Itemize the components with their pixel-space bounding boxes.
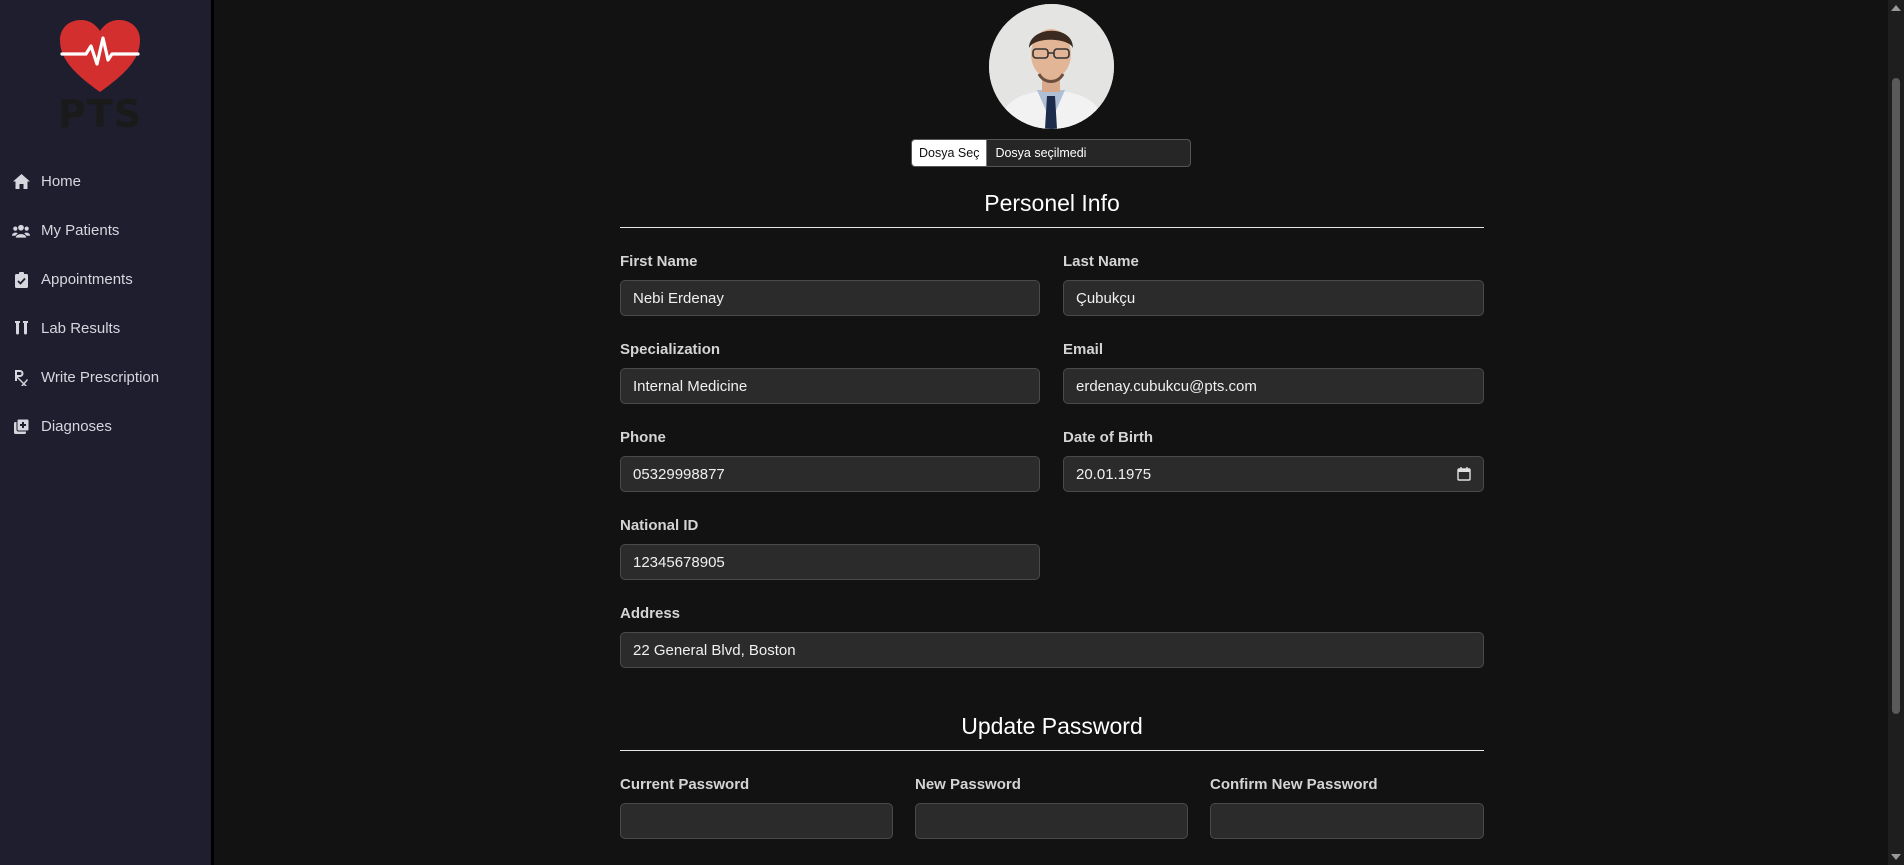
address-field[interactable] [620,632,1484,668]
personal-info-divider [620,227,1484,228]
new-password-input[interactable] [928,812,1175,830]
sidebar-nav: Home My Patients Appointments Lab Result… [0,157,211,451]
update-password-divider [620,750,1484,751]
dob-field[interactable] [1063,456,1484,492]
home-icon [12,174,30,190]
users-icon [12,223,30,239]
current-password-field[interactable] [620,803,893,839]
calendar-icon[interactable] [1457,467,1471,481]
sidebar-item-label: Home [41,173,82,190]
sidebar-item-label: Diagnoses [41,418,112,435]
last-name-input[interactable] [1076,289,1471,307]
page-scrollbar[interactable] [1888,0,1904,865]
specialization-input[interactable] [633,377,1027,395]
prescription-icon [12,369,30,386]
sidebar-item-label: Lab Results [41,320,121,337]
scroll-down-icon[interactable] [1891,854,1901,860]
phone-label: Phone [620,429,666,446]
sidebar-item-write-prescription[interactable]: Write Prescription [0,353,211,402]
sidebar: PTS Home My Patients Appointments Lab Re… [0,0,214,865]
personal-info-title: Personel Info [984,190,1120,216]
dob-label: Date of Birth [1063,429,1153,446]
current-password-label: Current Password [620,776,750,793]
email-label: Email [1063,341,1104,358]
heart-pulse-icon [60,20,140,92]
address-input[interactable] [633,641,1471,659]
app-logo[interactable]: PTS [58,20,142,136]
logo-text: PTS [58,92,143,136]
sidebar-item-home[interactable]: Home [0,157,211,206]
phone-field[interactable] [620,456,1040,492]
doctor-avatar-icon [989,4,1114,129]
sidebar-item-appointments[interactable]: Appointments [0,255,211,304]
photo-file-input[interactable]: Dosya Seç Dosya seçilmedi [911,139,1191,167]
new-password-label: New Password [915,776,1021,793]
phone-input[interactable] [633,465,1027,483]
profile-photo [989,4,1114,129]
first-name-field[interactable] [620,280,1040,316]
sidebar-item-label: My Patients [41,222,120,239]
sidebar-item-lab-results[interactable]: Lab Results [0,304,211,353]
email-input[interactable] [1076,377,1471,395]
national-id-label: National ID [620,517,699,534]
new-password-field[interactable] [915,803,1188,839]
specialization-label: Specialization [620,341,721,358]
test-tubes-icon [12,321,30,337]
update-password-title: Update Password [961,713,1143,739]
choose-file-button[interactable]: Dosya Seç [912,140,988,166]
sidebar-item-label: Write Prescription [41,369,160,386]
clipboard-check-icon [12,271,30,288]
last-name-field[interactable] [1063,280,1484,316]
scroll-up-icon[interactable] [1891,5,1901,11]
confirm-password-label: Confirm New Password [1210,776,1378,793]
dob-input[interactable] [1076,465,1471,483]
address-label: Address [620,605,681,622]
specialization-field[interactable] [620,368,1040,404]
sidebar-item-my-patients[interactable]: My Patients [0,206,211,255]
national-id-input[interactable] [633,553,1027,571]
sidebar-item-diagnoses[interactable]: Diagnoses [0,402,211,451]
confirm-password-field[interactable] [1210,803,1484,839]
file-status: Dosya seçilmedi [995,146,1087,160]
confirm-password-input[interactable] [1223,812,1471,830]
current-password-input[interactable] [633,812,880,830]
last-name-label: Last Name [1063,253,1139,270]
email-field[interactable] [1063,368,1484,404]
first-name-input[interactable] [633,289,1027,307]
first-name-label: First Name [620,253,698,270]
national-id-field[interactable] [620,544,1040,580]
scrollbar-thumb[interactable] [1892,78,1900,714]
notes-medical-icon [12,419,30,435]
sidebar-item-label: Appointments [41,271,133,288]
